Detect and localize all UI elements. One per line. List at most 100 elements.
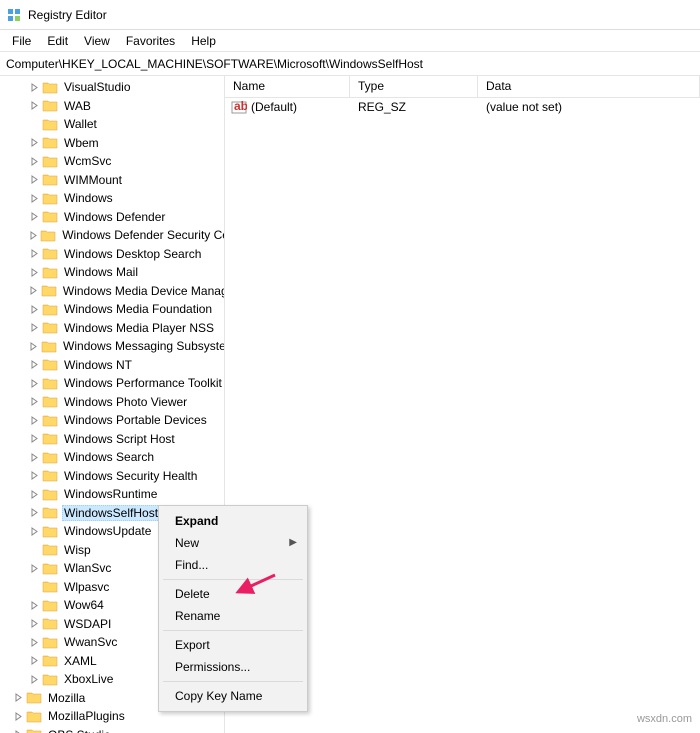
tree-item[interactable]: OBS Studio [0, 726, 224, 733]
tree-item[interactable]: Windows Defender Security Center [0, 226, 224, 245]
tree-item[interactable]: Windows NT [0, 356, 224, 375]
context-item-find[interactable]: Find... [161, 554, 305, 576]
menu-file[interactable]: File [4, 32, 39, 50]
expander-icon[interactable] [28, 266, 40, 278]
tree-item[interactable]: Windows Media Device Manager [0, 282, 224, 301]
context-separator [163, 579, 303, 580]
context-item-expand[interactable]: Expand [161, 510, 305, 532]
expander-icon[interactable] [12, 729, 24, 733]
tree-item-label: Windows Security Health [62, 469, 199, 483]
expander-icon[interactable] [12, 692, 24, 704]
context-item-new[interactable]: New▶ [161, 532, 305, 554]
tree-item-label: WindowsSelfHost [62, 505, 160, 521]
tree-item-label: WIMMount [62, 173, 124, 187]
menu-view[interactable]: View [76, 32, 118, 50]
expander-icon[interactable] [28, 507, 40, 519]
expander-icon[interactable] [28, 192, 40, 204]
tree-item[interactable]: Windows Script Host [0, 430, 224, 449]
column-data[interactable]: Data [478, 76, 700, 97]
expander-icon[interactable] [28, 525, 40, 537]
tree-item-label: MozillaPlugins [46, 709, 127, 723]
tree-item-label: Wbem [62, 136, 101, 150]
menu-help[interactable]: Help [183, 32, 224, 50]
folder-icon [26, 710, 42, 723]
expander-icon[interactable] [28, 599, 40, 611]
context-item-copy-key-name[interactable]: Copy Key Name [161, 685, 305, 707]
folder-icon [42, 377, 58, 390]
tree-item[interactable]: Windows Messaging Subsystem [0, 337, 224, 356]
tree-item[interactable]: Windows [0, 189, 224, 208]
expander-icon[interactable] [28, 81, 40, 93]
expander-icon[interactable] [28, 322, 40, 334]
expander-icon[interactable] [28, 562, 40, 574]
tree-item[interactable]: WcmSvc [0, 152, 224, 171]
tree-item-label: WAB [62, 99, 93, 113]
expander-icon[interactable] [28, 137, 40, 149]
expander-icon[interactable] [28, 229, 38, 241]
context-menu[interactable]: ExpandNew▶Find... DeleteRename ExportPermi… [158, 505, 308, 712]
tree-item[interactable]: Windows Security Health [0, 467, 224, 486]
expander-icon[interactable] [28, 340, 39, 352]
folder-icon [41, 340, 57, 353]
tree-item[interactable]: Windows Portable Devices [0, 411, 224, 430]
expander-icon[interactable] [28, 155, 40, 167]
expander-icon[interactable] [28, 414, 40, 426]
tree-item[interactable]: Wbem [0, 134, 224, 153]
expander-icon[interactable] [28, 174, 40, 186]
context-item-permissions[interactable]: Permissions... [161, 656, 305, 678]
folder-icon [42, 358, 58, 371]
folder-icon [42, 488, 58, 501]
context-item-delete[interactable]: Delete [161, 583, 305, 605]
expander-icon[interactable] [28, 488, 40, 500]
tree-item-label: Windows Defender Security Center [60, 228, 224, 242]
tree-item[interactable]: WAB [0, 97, 224, 116]
expander-icon[interactable] [28, 396, 40, 408]
tree-item[interactable]: Windows Media Player NSS [0, 319, 224, 338]
main-area: VisualStudio WAB Wallet Wbem WcmSvc WIMMount W… [0, 76, 700, 733]
folder-icon [42, 543, 58, 556]
tree-item-label: XAML [62, 654, 99, 668]
column-name[interactable]: Name [225, 76, 350, 97]
expander-icon[interactable] [28, 211, 40, 223]
menu-favorites[interactable]: Favorites [118, 32, 183, 50]
expander-icon[interactable] [28, 248, 40, 260]
tree-item[interactable]: VisualStudio [0, 78, 224, 97]
context-separator [163, 630, 303, 631]
expander-icon[interactable] [28, 636, 40, 648]
tree-item[interactable]: Windows Photo Viewer [0, 393, 224, 412]
tree-item-label: Wlpasvc [62, 580, 111, 594]
tree-item[interactable]: Windows Media Foundation [0, 300, 224, 319]
tree-item[interactable]: Windows Search [0, 448, 224, 467]
expander-icon[interactable] [12, 710, 24, 722]
context-item-export[interactable]: Export [161, 634, 305, 656]
expander-icon[interactable] [28, 470, 40, 482]
folder-icon [42, 617, 58, 630]
expander-icon[interactable] [28, 359, 40, 371]
expander-icon[interactable] [28, 303, 40, 315]
context-item-rename[interactable]: Rename [161, 605, 305, 627]
expander-icon[interactable] [28, 100, 40, 112]
tree-item[interactable]: Windows Desktop Search [0, 245, 224, 264]
expander-icon[interactable] [28, 433, 40, 445]
menu-edit[interactable]: Edit [39, 32, 76, 50]
tree-item[interactable]: Windows Performance Toolkit [0, 374, 224, 393]
expander-icon[interactable] [28, 451, 40, 463]
tree-item[interactable]: Windows Defender [0, 208, 224, 227]
tree-item[interactable]: Wallet [0, 115, 224, 134]
expander-icon[interactable] [28, 655, 40, 667]
value-row[interactable]: ab(Default)REG_SZ(value not set) [225, 98, 700, 116]
expander-icon[interactable] [28, 285, 39, 297]
tree-item[interactable]: Windows Mail [0, 263, 224, 282]
tree-item[interactable]: WIMMount [0, 171, 224, 190]
expander-icon[interactable] [28, 618, 40, 630]
address-bar[interactable]: Computer\HKEY_LOCAL_MACHINE\SOFTWARE\Mic… [0, 52, 700, 76]
column-type[interactable]: Type [350, 76, 478, 97]
folder-icon [42, 136, 58, 149]
folder-icon [42, 469, 58, 482]
expander-icon[interactable] [28, 377, 40, 389]
expander-icon[interactable] [28, 673, 40, 685]
tree-item-label: WindowsRuntime [62, 487, 159, 501]
folder-icon [42, 506, 58, 519]
tree-item[interactable]: WindowsRuntime [0, 485, 224, 504]
value-type: REG_SZ [352, 100, 480, 114]
